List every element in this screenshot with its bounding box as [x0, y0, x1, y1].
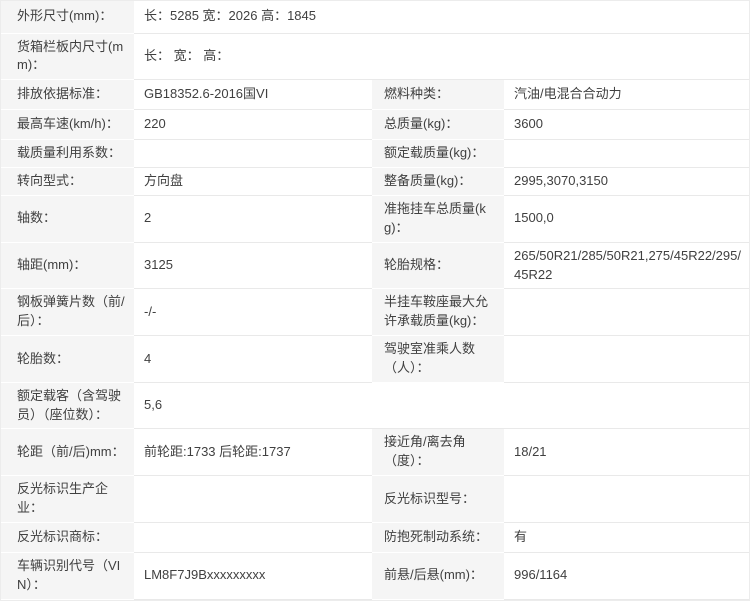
spec-value: 996/1164	[504, 552, 749, 600]
spec-label: 载质量利用系数：	[1, 139, 134, 169]
spec-value: -/-	[134, 288, 372, 337]
spec-label: 轴距(mm)：	[1, 242, 134, 290]
spec-value: 汽油/电混合合动力	[504, 79, 749, 111]
vehicle-spec-panel: 外形尺寸(mm)： 长：5285 宽：2026 高：1845 货箱栏板内尺寸(m…	[0, 0, 750, 601]
table-row: 轮胎数： 4 驾驶室准乘人数（人）：	[1, 335, 749, 383]
spec-value: 4	[134, 335, 372, 383]
spec-value: 1500,0	[504, 195, 749, 243]
spec-value: 方向盘	[134, 167, 372, 197]
table-row: 转向型式： 方向盘 整备质量(kg)： 2995,3070,3150	[1, 167, 749, 197]
spec-value: LM8F7J9Bxxxxxxxxx	[134, 552, 372, 600]
spec-label: 排放依据标准：	[1, 79, 134, 111]
table-row: 轮距（前/后)mm： 前轮距:1733 后轮距:1737 接近角/离去角（度）：…	[1, 428, 749, 477]
spec-label: 外形尺寸(mm)：	[1, 1, 134, 34]
spec-label: 反光标识型号：	[372, 475, 504, 523]
spec-value	[504, 475, 749, 523]
spec-label: 转向型式：	[1, 167, 134, 197]
spec-label: 额定载客（含驾驶员）（座位数）：	[1, 382, 134, 430]
spec-label: 反光标识商标：	[1, 522, 134, 553]
table-row: 反光标识生产企业： 反光标识型号：	[1, 475, 749, 523]
spec-label: 轮胎规格：	[372, 242, 504, 290]
table-row: 额定载客（含驾驶员）（座位数）： 5,6	[1, 382, 749, 430]
table-row: 外形尺寸(mm)： 长：5285 宽：2026 高：1845	[1, 1, 749, 34]
spec-label: 准拖挂车总质量(kg)：	[372, 195, 504, 243]
spec-value: 265/50R21/285/50R21,275/45R22/295/45R22	[504, 242, 749, 290]
table-row: 钢板弹簧片数（前/后）： -/- 半挂车鞍座最大允许承载质量(kg)：	[1, 288, 749, 337]
spec-value: 2995,3070,3150	[504, 167, 749, 197]
spec-value: GB18352.6-2016国VI	[134, 79, 372, 111]
spec-label: 前悬/后悬(mm)：	[372, 552, 504, 600]
spec-value	[504, 335, 749, 383]
spec-label: 半挂车鞍座最大允许承载质量(kg)：	[372, 288, 504, 337]
spec-value: 3600	[504, 109, 749, 141]
spec-label: 接近角/离去角（度）：	[372, 428, 504, 477]
table-row: 车辆识别代号（VIN）： LM8F7J9Bxxxxxxxxx 前悬/后悬(mm)…	[1, 552, 749, 600]
spec-value: 220	[134, 109, 372, 141]
spec-label: 最高车速(km/h)：	[1, 109, 134, 141]
spec-value: 5,6	[134, 382, 749, 430]
spec-value: 18/21	[504, 428, 749, 477]
spec-value: 长： 宽： 高：	[134, 33, 749, 81]
spec-value	[134, 139, 372, 169]
spec-label: 整备质量(kg)：	[372, 167, 504, 197]
spec-label: 反光标识生产企业：	[1, 475, 134, 523]
vehicle-spec-table: 外形尺寸(mm)： 长：5285 宽：2026 高：1845 货箱栏板内尺寸(m…	[1, 1, 749, 600]
spec-label: 总质量(kg)：	[372, 109, 504, 141]
spec-label: 钢板弹簧片数（前/后）：	[1, 288, 134, 337]
table-row: 轴距(mm)： 3125 轮胎规格： 265/50R21/285/50R21,2…	[1, 242, 749, 290]
table-row: 载质量利用系数： 额定载质量(kg)：	[1, 139, 749, 169]
spec-value: 长：5285 宽：2026 高：1845	[134, 1, 749, 34]
table-row: 排放依据标准： GB18352.6-2016国VI 燃料种类： 汽油/电混合合动…	[1, 79, 749, 111]
spec-label: 轴数：	[1, 195, 134, 243]
table-row: 货箱栏板内尺寸(mm)： 长： 宽： 高：	[1, 33, 749, 81]
spec-label: 轮距（前/后)mm：	[1, 428, 134, 477]
table-row: 反光标识商标： 防抱死制动系统： 有	[1, 522, 749, 553]
spec-value: 3125	[134, 242, 372, 290]
spec-value	[134, 522, 372, 553]
spec-label: 车辆识别代号（VIN）：	[1, 552, 134, 600]
table-row: 轴数： 2 准拖挂车总质量(kg)： 1500,0	[1, 195, 749, 243]
table-row: 最高车速(km/h)： 220 总质量(kg)： 3600	[1, 109, 749, 141]
spec-label: 货箱栏板内尺寸(mm)：	[1, 33, 134, 81]
spec-label: 燃料种类：	[372, 79, 504, 111]
spec-label: 额定载质量(kg)：	[372, 139, 504, 169]
spec-label: 防抱死制动系统：	[372, 522, 504, 553]
spec-label: 轮胎数：	[1, 335, 134, 383]
spec-value	[504, 139, 749, 169]
spec-value	[504, 288, 749, 337]
spec-value	[134, 475, 372, 523]
spec-value: 有	[504, 522, 749, 553]
spec-label: 驾驶室准乘人数（人）：	[372, 335, 504, 383]
spec-value: 前轮距:1733 后轮距:1737	[134, 428, 372, 477]
spec-value: 2	[134, 195, 372, 243]
